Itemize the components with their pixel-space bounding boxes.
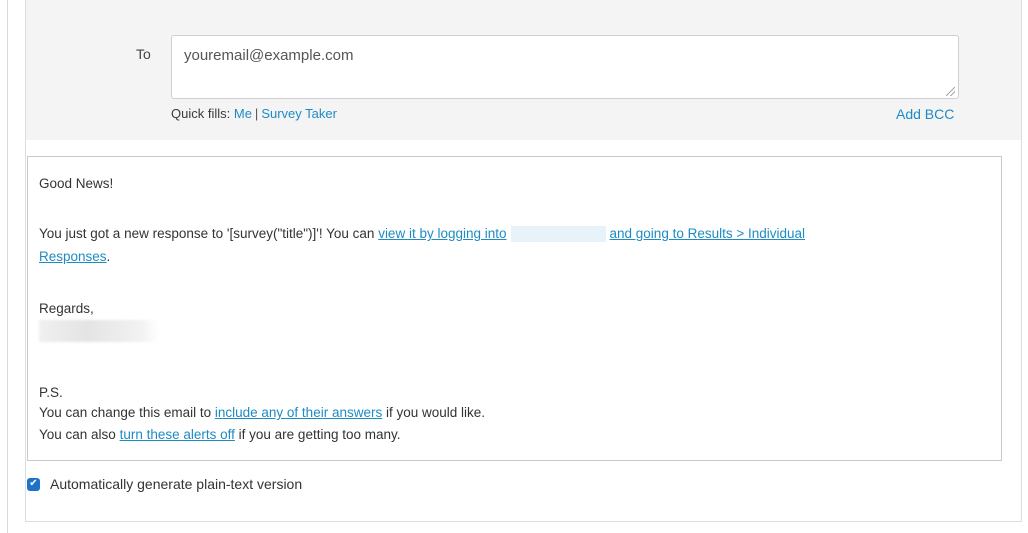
quick-fill-separator: | xyxy=(254,106,259,121)
quick-fills-label: Quick fills: xyxy=(171,106,231,121)
auto-plaintext-checkbox[interactable]: ✔ xyxy=(27,477,40,491)
ps-line-1: You can change this email to include any… xyxy=(39,405,485,420)
to-field[interactable]: youremail@example.com xyxy=(171,35,959,99)
ps-line-2: You can also turn these alerts off if yo… xyxy=(39,427,401,442)
body-line-2-period: . xyxy=(106,249,111,264)
turn-alerts-off-link[interactable]: turn these alerts off xyxy=(120,427,235,442)
ps-line: P.S. xyxy=(39,385,63,400)
view-results-link[interactable]: view it by logging into xyxy=(378,226,506,241)
redacted-text xyxy=(510,226,606,243)
regards-line: Regards, xyxy=(39,301,94,316)
to-label: To xyxy=(136,46,151,62)
greeting-line: Good News! xyxy=(39,176,114,191)
checkmark-icon: ✔ xyxy=(29,478,38,489)
auto-plaintext-option: ✔ Automatically generate plain-text vers… xyxy=(27,476,302,492)
ps-line-2-prefix: You can also xyxy=(39,427,120,442)
auto-plaintext-label: Automatically generate plain-text versio… xyxy=(50,476,303,492)
view-results-link-cont[interactable]: and going to Results > Individual xyxy=(610,226,806,241)
body-line-1: You just got a new response to '[survey(… xyxy=(39,226,806,243)
ps-line-1-prefix: You can change this email to xyxy=(39,405,215,420)
quick-fills: Quick fills: Me | Survey Taker xyxy=(171,106,337,121)
email-body-editor[interactable]: Good News! You just got a new response t… xyxy=(27,156,1002,461)
left-divider xyxy=(7,0,8,533)
resize-handle-icon[interactable] xyxy=(946,87,955,96)
redacted-signature xyxy=(39,320,159,342)
quick-fill-survey-taker-link[interactable]: Survey Taker xyxy=(261,106,337,121)
ps-line-2-suffix: if you are getting too many. xyxy=(234,427,401,442)
include-answers-link[interactable]: include any of their answers xyxy=(215,405,382,420)
responses-link[interactable]: Responses xyxy=(39,249,107,264)
body-line-2: Responses. xyxy=(39,249,110,264)
quick-fill-me-link[interactable]: Me xyxy=(234,106,252,121)
ps-line-1-suffix: if you would like. xyxy=(382,405,486,420)
body-line-1-text: You just got a new response to '[survey(… xyxy=(39,226,379,241)
add-bcc-link[interactable]: Add BCC xyxy=(896,106,954,122)
recipients-section: To youremail@example.com Quick fills: Me… xyxy=(26,0,1021,140)
